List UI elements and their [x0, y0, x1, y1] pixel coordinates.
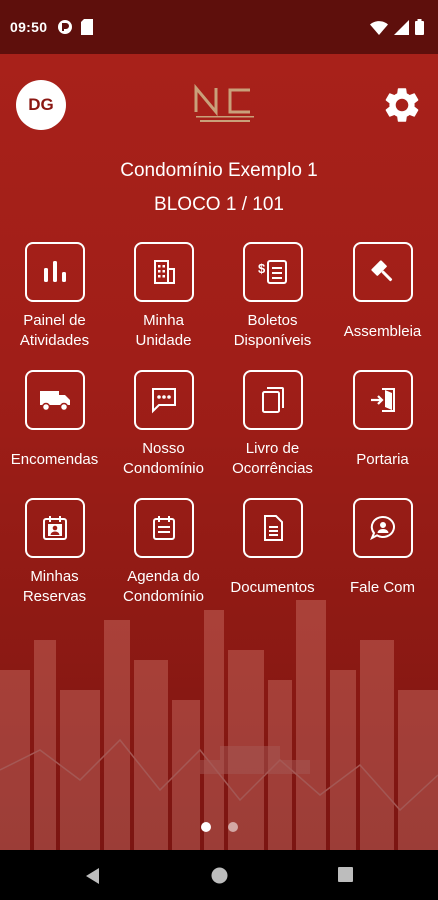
menu-nosso-condominio[interactable]: Nosso Condomínio — [109, 370, 218, 490]
menu-label: Minha Unidade — [135, 312, 192, 349]
menu-label: Agenda do Condomínio — [123, 568, 204, 605]
menu-label: Boletos Disponíveis — [233, 312, 312, 349]
contact-chat-icon — [369, 515, 395, 541]
menu-minha-unidade[interactable]: Minha Unidade — [109, 242, 218, 362]
menu-documentos[interactable]: Documentos — [218, 498, 327, 618]
menu-label: Minhas Reservas — [22, 568, 87, 605]
avatar[interactable]: DG — [16, 80, 66, 130]
invoice-icon: $ — [258, 260, 287, 284]
book-icon — [261, 387, 284, 413]
door-login-icon — [370, 388, 395, 412]
page-dot-active[interactable] — [200, 822, 211, 832]
menu-fale-com[interactable]: Fale Com — [328, 498, 437, 618]
home-icon[interactable] — [211, 867, 228, 884]
menu-livro-de-ocorrencias[interactable]: Livro de Ocorrências — [218, 370, 327, 490]
gavel-icon — [370, 260, 392, 282]
page-dot[interactable] — [227, 822, 238, 832]
wifi-icon — [370, 20, 388, 35]
page-indicator — [0, 822, 438, 832]
condominium-name: Condomínio Exemplo 1 — [120, 160, 318, 181]
menu-label: Nosso Condomínio — [123, 440, 204, 477]
calendar-person-icon — [42, 516, 67, 540]
app-screen: DG Condomínio Exemplo 1 BLOCO 1 / 101 Pa… — [0, 54, 438, 850]
menu-encomendas[interactable]: Encomendas — [0, 370, 109, 490]
calendar-list-icon — [152, 516, 175, 540]
delivery-truck-icon — [39, 391, 70, 412]
bar-chart-icon — [43, 261, 66, 282]
menu-label: Assembleia — [343, 323, 422, 340]
menu-label: Documentos — [230, 579, 315, 596]
condominium-unit: BLOCO 1 / 101 — [154, 194, 284, 215]
building-icon — [153, 260, 175, 284]
menu-label: Fale Com — [349, 579, 416, 596]
menu-agenda-do-condominio[interactable]: Agenda do Condomínio — [109, 498, 218, 618]
navigation-bar — [0, 850, 438, 900]
back-icon[interactable] — [84, 867, 100, 885]
menu-minhas-reservas[interactable]: Minhas Reservas — [0, 498, 109, 618]
battery-icon — [415, 19, 424, 35]
status-bar: 09:50 — [0, 0, 438, 54]
document-icon — [263, 515, 283, 541]
signal-icon — [394, 19, 409, 35]
sd-card-icon — [81, 19, 94, 35]
svg-text:$: $ — [258, 261, 266, 276]
recents-icon[interactable] — [338, 867, 353, 882]
menu-label: Livro de Ocorrências — [232, 440, 313, 477]
menu-portaria[interactable]: Portaria — [328, 370, 437, 490]
menu-painel-de-atividades[interactable]: Painel de Atividades — [0, 242, 109, 362]
app-notification-icon — [58, 20, 73, 34]
menu-label: Portaria — [356, 451, 409, 468]
company-logo — [194, 83, 254, 122]
menu-assembleia[interactable]: Assembleia — [328, 242, 437, 362]
status-time: 09:50 — [10, 19, 48, 35]
menu-label: Encomendas — [10, 451, 99, 468]
chat-icon — [151, 388, 176, 414]
menu-label: Painel de Atividades — [19, 312, 90, 349]
gear-icon[interactable] — [381, 84, 423, 126]
menu-boletos-disponiveis[interactable]: $ Boletos Disponíveis — [218, 242, 327, 362]
